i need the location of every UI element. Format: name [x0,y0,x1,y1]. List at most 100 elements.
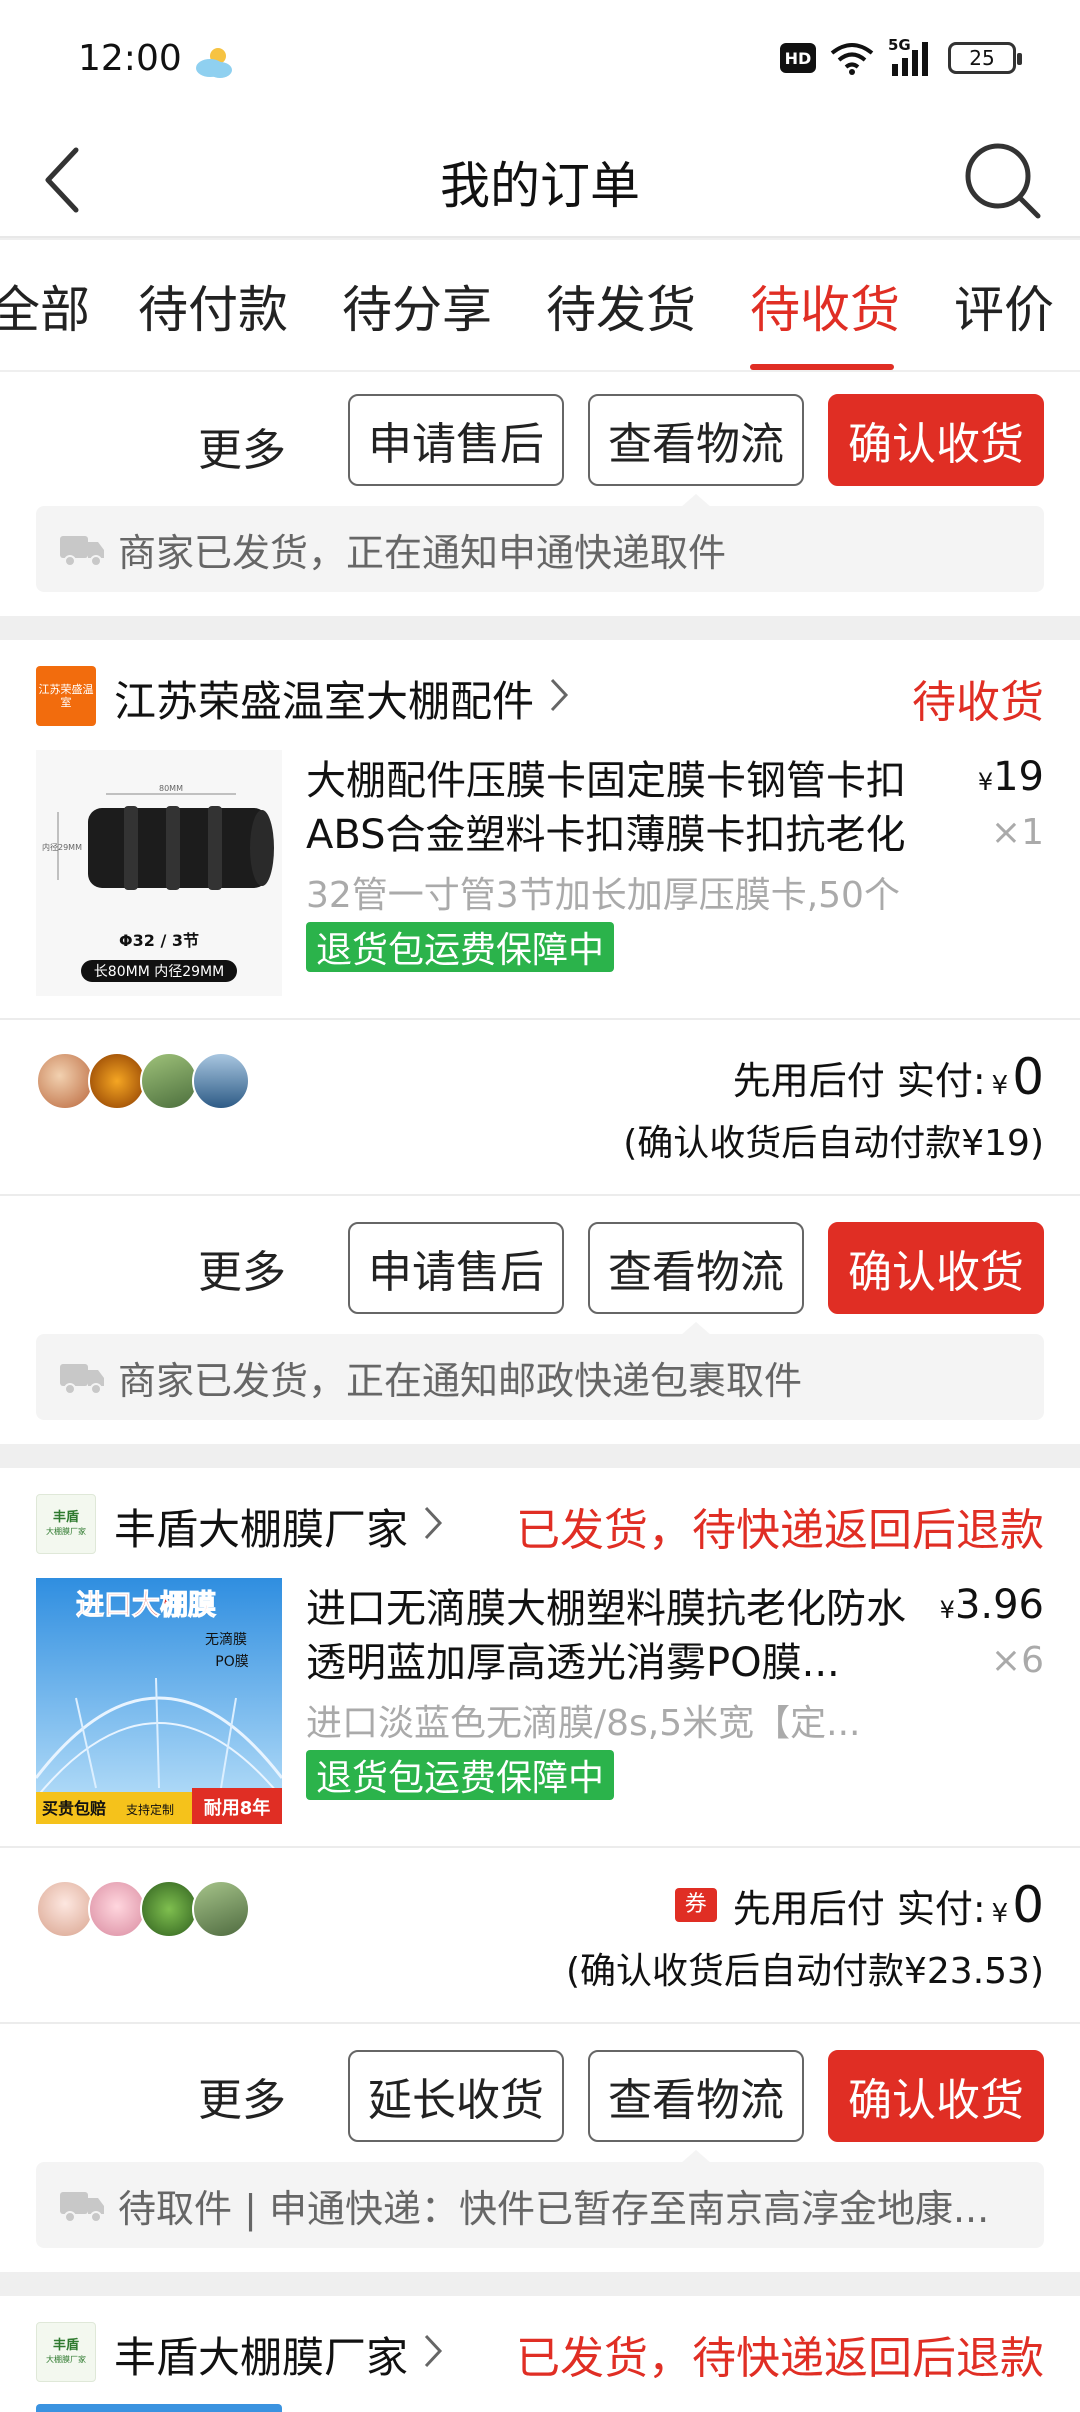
after-sales-button[interactable]: 申请售后 [348,1222,564,1314]
notice-text: 商家已发货，正在通知邮政快递包裹取件 [118,1358,803,1403]
logistics-notice[interactable]: 待取件 | 申通快递：快件已暂存至南京高淳金地康... [36,2162,1044,2248]
thumb-label-spec: 长80MM 内径29MM [94,964,224,980]
hd-icon: HD [780,43,816,73]
thumb-label-size: Φ32 / 3节 [119,931,199,950]
shop-logo-text: 江苏荣盛温室 [38,683,94,709]
product-price: ¥3.96 [940,1582,1044,1628]
thumb-subtitle-1: 无滴膜 [205,1631,247,1648]
payment-currency: ¥ [991,1071,1009,1101]
payment-amount: 0 [1012,1876,1044,1934]
product-spec: 进口淡蓝色无滴膜/8s,5米宽【定... [306,1703,861,1744]
greenhouse-film-image: 进口大棚膜 无滴膜 PO膜 买贵包赔 支持定制 耐用8年 [36,1578,282,1824]
avatar [88,1052,146,1110]
product-thumbnail[interactable]: 80MM 内径29MM Φ32 / 3节 长80MM 内径29MM [36,750,282,996]
product-title[interactable]: 大棚配件压膜卡固定膜卡钢管卡扣ABS合金塑料卡扣薄膜卡扣抗老化 [306,754,946,862]
view-logistics-button[interactable]: 查看物流 [588,394,804,486]
notice-text: 商家已发货，正在通知申通快递取件 [118,530,727,575]
avatar [192,1052,250,1110]
shop-logo-subtext: 大棚膜厂家 [46,1526,86,1536]
product-thumbnail[interactable]: 进口大棚膜 无滴膜 PO膜 买贵包赔 支持定制 耐用8年 [36,1578,282,1824]
coupon-badge: 券 [674,1888,717,1922]
product-quantity: ×1 [990,812,1044,853]
tab-all[interactable]: 全部 [0,270,90,342]
logistics-notice[interactable]: 商家已发货，正在通知邮政快递包裹取件 [36,1334,1044,1420]
order-card: 更多 申请售后 查看物流 确认收货 商家已发货，正在通知申通快递取件 [0,372,1080,616]
page-title: 我的订单 [440,157,640,215]
divider [0,1194,1080,1196]
currency-symbol: ¥ [977,768,994,796]
shop-name[interactable]: 江苏荣盛温室大棚配件 [114,668,534,729]
tab-pending-share[interactable]: 待分享 [342,270,492,342]
currency-symbol: ¥ [939,1596,955,1624]
search-icon[interactable] [960,138,1044,222]
confirm-receipt-button[interactable]: 确认收货 [828,394,1044,486]
shop-logo[interactable]: 江苏荣盛温室 [36,666,96,726]
product-thumbnail[interactable] [36,2404,282,2412]
order-card: 江苏荣盛温室 江苏荣盛温室大棚配件 待收货 80MM 内径29MM Φ32 / … [0,640,1080,1444]
tab-pending-payment[interactable]: 待付款 [138,270,288,342]
order-card: 丰盾 大棚膜厂家 丰盾大棚膜厂家 已发货，待快递返回后退款 [0,2296,1080,2412]
payment-summary: 先用后付 实付: ¥ 0 [733,1048,1044,1106]
view-logistics-button[interactable]: 查看物流 [588,1222,804,1314]
thumb-dim-length: 80MM [159,784,183,793]
buyer-avatars [36,1052,250,1110]
status-time: 12:00 [78,38,182,79]
thumb-footer-1: 买贵包赔 [42,1799,106,1818]
shop-name[interactable]: 丰盾大棚膜厂家 [114,1496,408,1557]
divider [0,1018,1080,1020]
chevron-right-icon[interactable] [422,2332,444,2370]
thumb-title: 进口大棚膜 [76,1588,216,1621]
shop-name[interactable]: 丰盾大棚膜厂家 [114,2324,408,2385]
shop-logo[interactable]: 丰盾 大棚膜厂家 [36,2322,96,2382]
after-sales-button[interactable]: 申请售后 [348,394,564,486]
order-tabs: 全部 待付款 待分享 待发货 待收货 评价 [0,240,1080,370]
tab-review[interactable]: 评价 [954,270,1054,342]
auto-pay-note: (确认收货后自动付款¥19) [623,1123,1044,1164]
avatar [36,1052,94,1110]
confirm-receipt-button[interactable]: 确认收货 [828,1222,1044,1314]
payment-amount: 0 [1012,1048,1044,1106]
payment-summary: 券 先用后付 实付: ¥ 0 [674,1876,1044,1934]
payment-label: 先用后付 实付: [732,1887,986,1931]
cellular-signal-icon: 5G [888,36,934,76]
thumb-dim-diameter: 内径29MM [42,842,82,852]
divider [0,2022,1080,2024]
product-spec: 32管一寸管3节加长加厚压膜卡,50个 [306,875,900,916]
partly-cloudy-icon [196,48,232,78]
auto-pay-note: (确认收货后自动付款¥23.53) [565,1951,1044,1992]
avatar [140,1880,198,1938]
confirm-receipt-button[interactable]: 确认收货 [828,2050,1044,2142]
tab-pending-receipt[interactable]: 待收货 [750,270,900,342]
payment-label: 先用后付 实付: [732,1059,986,1103]
price-value: 3.96 [954,1582,1044,1628]
return-shipping-guarantee-badge: 退货包运费保障中 [306,1750,615,1800]
order-status: 已发货，待快递返回后退款 [516,2333,1044,2384]
more-button[interactable]: 更多 [198,1236,286,1300]
more-button[interactable]: 更多 [198,2064,286,2128]
status-bar: 12:00 HD 5G 25 [0,0,1080,124]
buyer-avatars [36,1880,250,1938]
product-title[interactable]: 进口无滴膜大棚塑料膜抗老化防水透明蓝加厚高透光消雾PO膜... [306,1582,906,1690]
order-status: 已发货，待快递返回后退款 [516,1505,1044,1556]
avatar [192,1880,250,1938]
order-status: 待收货 [912,677,1044,728]
view-logistics-button[interactable]: 查看物流 [588,2050,804,2142]
nav-bar: 我的订单 [0,124,1080,238]
avatar [36,1880,94,1938]
logistics-notice[interactable]: 商家已发货，正在通知申通快递取件 [36,506,1044,592]
truck-icon [60,2192,104,2223]
status-icons: HD 5G 25 [780,36,1022,76]
extend-receipt-button[interactable]: 延长收货 [348,2050,564,2142]
more-button[interactable]: 更多 [198,414,286,478]
notice-text: 待取件 | 申通快递：快件已暂存至南京高淳金地康... [118,2186,990,2231]
wifi-icon [830,43,874,75]
pipe-clip-image: 80MM 内径29MM Φ32 / 3节 长80MM 内径29MM [36,750,282,996]
tab-pending-shipment[interactable]: 待发货 [546,270,696,342]
truck-icon [60,1364,104,1395]
product-quantity: ×6 [990,1640,1044,1681]
chevron-right-icon[interactable] [422,1504,444,1542]
chevron-right-icon[interactable] [548,676,570,714]
battery-icon: 25 [948,42,1022,74]
shop-logo[interactable]: 丰盾 大棚膜厂家 [36,1494,96,1554]
shop-logo-text: 丰盾 [52,1509,79,1525]
